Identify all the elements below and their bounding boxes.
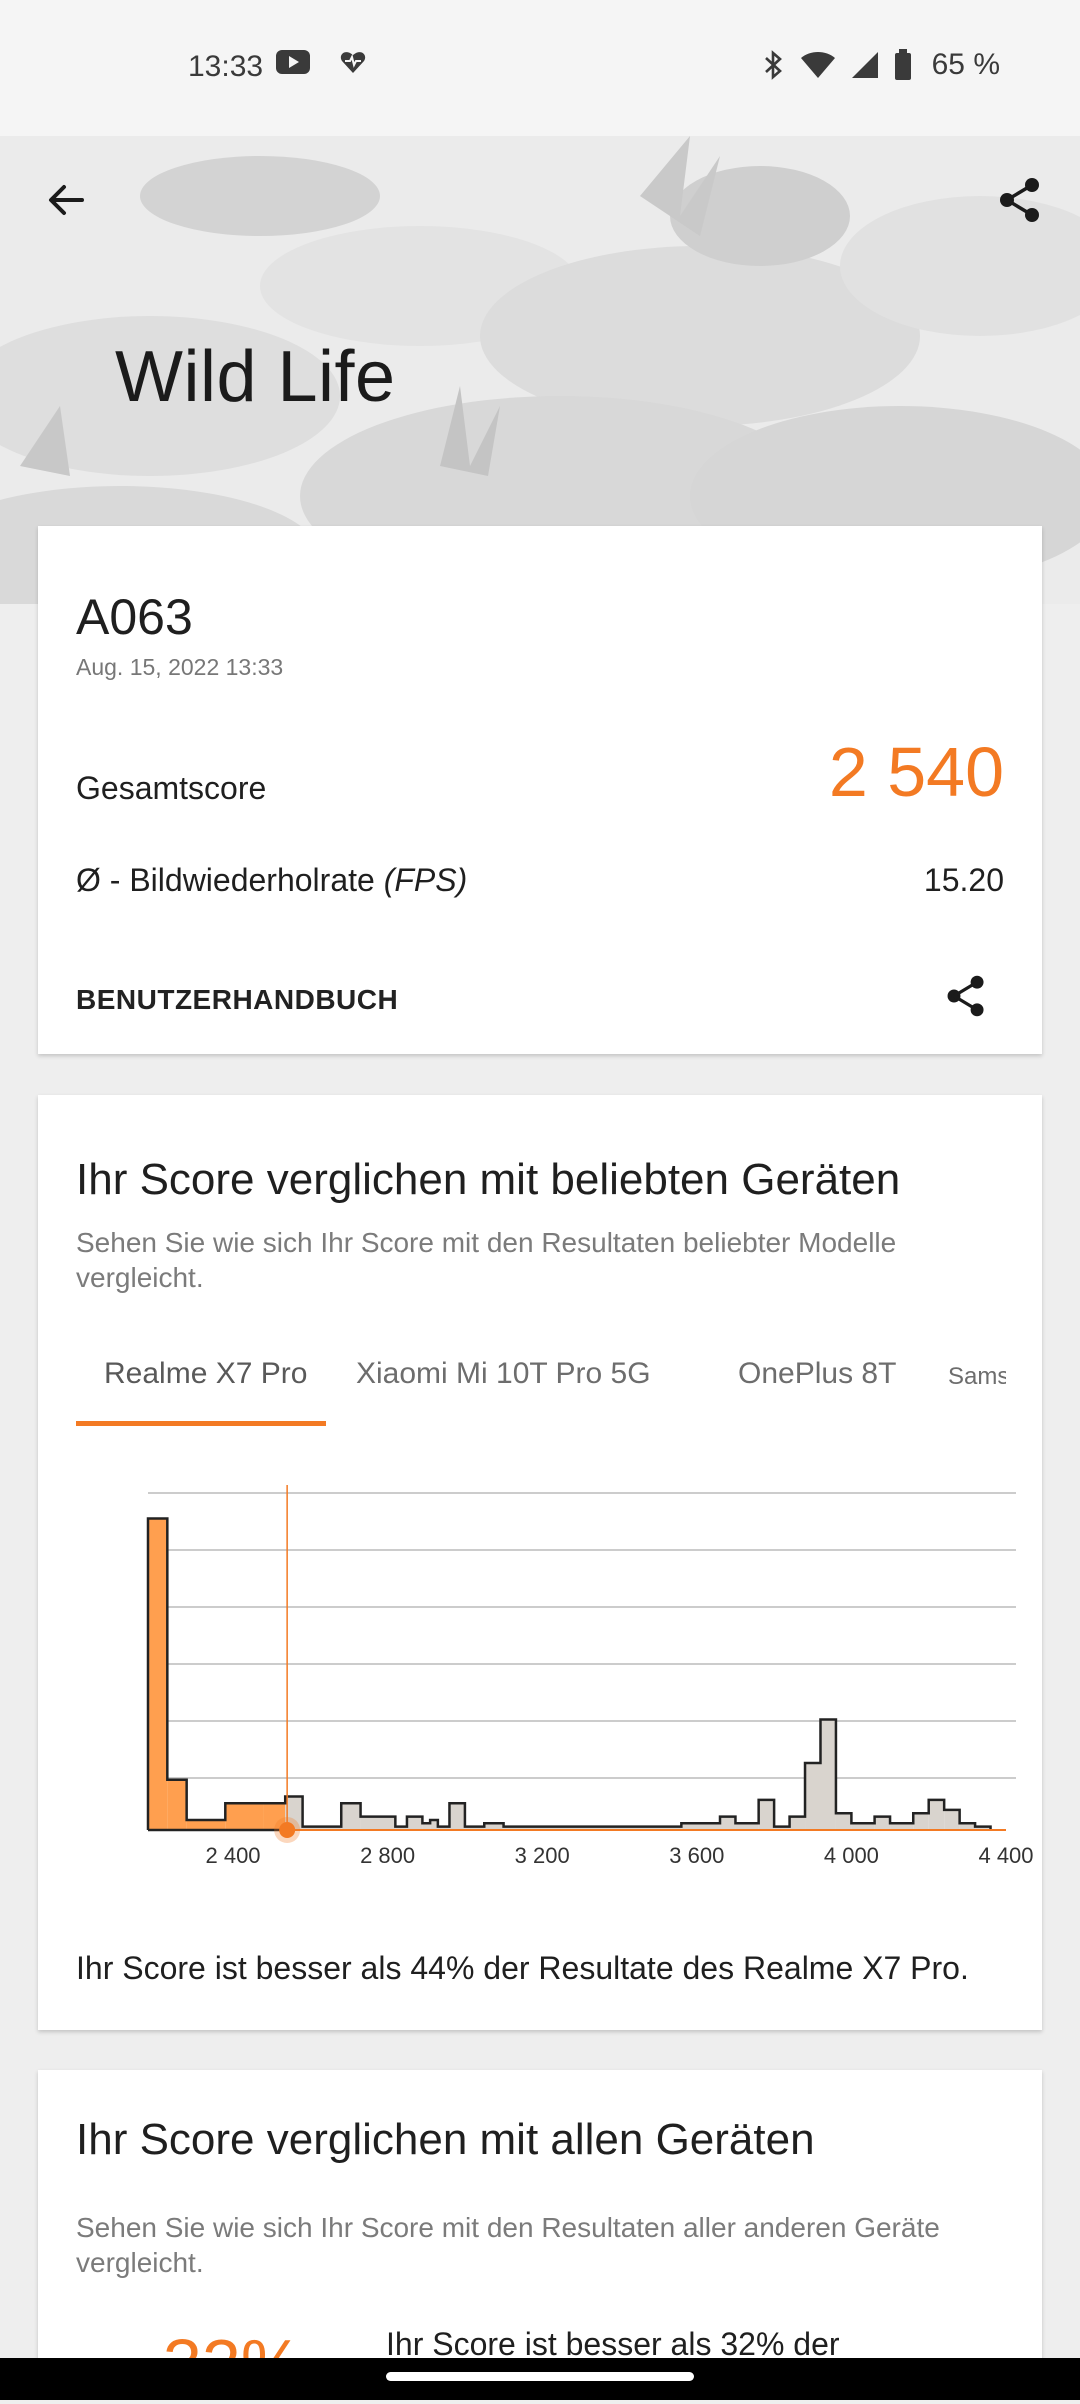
tab-oneplus-8t[interactable]: OnePlus 8T	[738, 1357, 896, 1391]
histogram-bar	[820, 1719, 836, 1830]
status-icons-right: 65 %	[762, 48, 1000, 82]
status-time: 13:33	[188, 50, 264, 83]
x-tick-label: 3 200	[515, 1843, 570, 1868]
histogram-bar	[928, 1799, 945, 1830]
fps-value: 15.20	[923, 862, 1004, 898]
fps-label-text: Ø - Bildwiederholrate	[76, 862, 384, 898]
share-icon[interactable]	[994, 174, 1046, 226]
histogram-bar	[360, 1816, 396, 1830]
share-result-icon[interactable]	[942, 972, 990, 1020]
device-tabs: Realme X7 Pro Xiaomi Mi 10T Pro 5G OnePl…	[76, 1345, 1006, 1427]
x-tick-label: 2 400	[205, 1843, 260, 1868]
status-icons-left	[275, 48, 367, 76]
popular-devices-card: Ihr Score verglichen mit beliebten Gerät…	[38, 1095, 1042, 2030]
heart-icon	[340, 52, 366, 73]
home-gesture-handle[interactable]	[386, 2372, 694, 2381]
total-score-value: 2 540	[828, 733, 1004, 811]
youtube-icon	[276, 50, 310, 74]
histogram-bar	[835, 1813, 852, 1830]
test-date: Aug. 15, 2022 13:33	[76, 654, 284, 680]
tab-xiaomi-mi-10t-pro[interactable]: Xiaomi Mi 10T Pro 5G	[356, 1357, 651, 1391]
bluetooth-icon	[764, 50, 782, 80]
histogram-bar	[186, 1819, 226, 1830]
page-title: Wild Life	[115, 337, 396, 417]
histogram-bar	[341, 1803, 361, 1830]
histogram-bar	[225, 1803, 264, 1830]
histogram-bar	[805, 1763, 821, 1830]
wifi-icon	[800, 52, 835, 78]
back-arrow-icon[interactable]	[42, 176, 90, 224]
battery-percent: 65 %	[931, 48, 1000, 81]
histogram-outline	[146, 1517, 992, 1830]
histogram-bar	[449, 1803, 465, 1830]
active-tab-indicator	[76, 1421, 326, 1426]
histogram-bar	[874, 1816, 891, 1830]
histogram-bar	[406, 1816, 423, 1830]
histogram-bar	[758, 1799, 775, 1830]
histogram-bar	[167, 1779, 187, 1830]
battery-icon	[894, 49, 911, 80]
histogram-bar	[148, 1518, 168, 1830]
device-name: A063	[76, 589, 193, 645]
fps-label-unit: (FPS)	[383, 862, 468, 898]
all-devices-section-subtitle: Sehen Sie wie sich Ihr Score mit den Res…	[76, 2212, 940, 2278]
x-tick-label: 2 800	[360, 1843, 415, 1868]
user-manual-link[interactable]: BENUTZERHANDBUCH	[76, 984, 398, 1016]
total-score-label: Gesamtscore	[76, 770, 267, 806]
x-tick-label: 3 600	[669, 1843, 724, 1868]
signal-icon	[851, 52, 878, 78]
histogram-bar	[944, 1809, 960, 1830]
popular-section-subtitle: Sehen Sie wie sich Ihr Score mit den Res…	[76, 1227, 897, 1293]
x-tick-label: 4 400	[978, 1843, 1033, 1868]
your-score-marker	[279, 1822, 296, 1838]
status-bar: 13:33 65 %	[0, 0, 1080, 136]
histogram-bar	[720, 1816, 736, 1830]
comparison-result-text: Ihr Score ist besser als 44% der Resulta…	[76, 1950, 969, 1986]
histogram-bar	[913, 1813, 929, 1830]
tab-samsung[interactable]: Samsung	[948, 1363, 1006, 1391]
navigation-bar	[0, 2358, 1080, 2400]
all-devices-section-title: Ihr Score verglichen mit allen Geräten	[76, 2115, 815, 2164]
x-tick-label: 4 000	[824, 1843, 879, 1868]
all-devices-card: Ihr Score verglichen mit allen Geräten S…	[38, 2070, 1042, 2403]
score-distribution-chart: 2 4002 8003 2003 6004 0004 400Score	[146, 1485, 1034, 1868]
result-card: A063 Aug. 15, 2022 13:33 Gesamtscore 2 5…	[38, 526, 1042, 1054]
tab-realme-x7-pro[interactable]: Realme X7 Pro	[104, 1357, 307, 1391]
fps-label: Ø - Bildwiederholrate (FPS)	[76, 862, 467, 899]
histogram-bar	[789, 1816, 806, 1830]
popular-section-title: Ihr Score verglichen mit beliebten Gerät…	[76, 1155, 901, 1204]
